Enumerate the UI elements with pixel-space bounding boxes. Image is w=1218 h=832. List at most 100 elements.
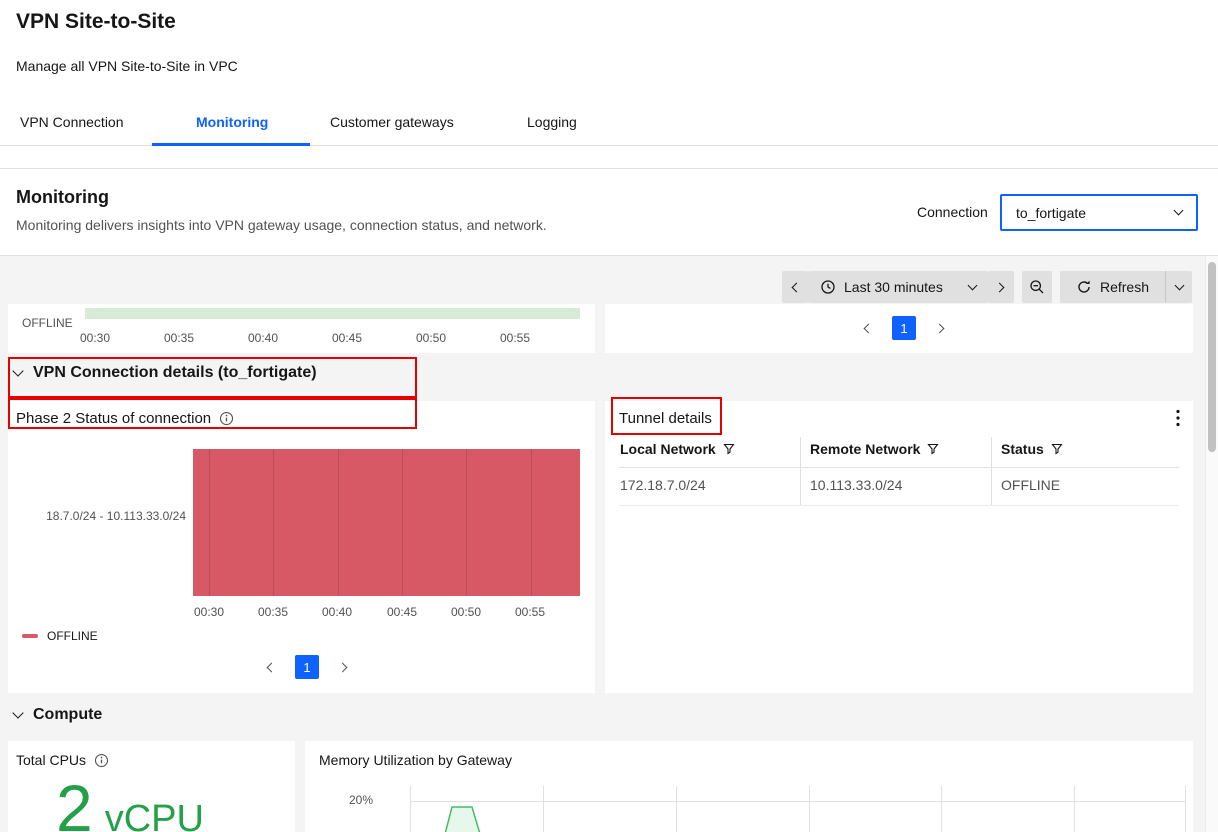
page-title: VPN Site-to-Site bbox=[16, 10, 176, 34]
chart-gridline bbox=[410, 786, 411, 832]
chart-gridline bbox=[338, 449, 339, 596]
page-header: VPN Site-to-Site Manage all VPN Site-to-… bbox=[0, 0, 1218, 168]
chart-gridline bbox=[1074, 786, 1075, 832]
memory-area-series bbox=[430, 801, 510, 832]
column-header-label: Local Network bbox=[620, 441, 716, 457]
x-tick: 00:35 bbox=[164, 331, 194, 345]
phase2-offline-bar bbox=[193, 449, 580, 596]
zoom-out-icon bbox=[1029, 279, 1045, 295]
caret-down-icon bbox=[12, 365, 23, 376]
chevron-right-icon bbox=[338, 662, 348, 672]
filter-icon bbox=[1051, 443, 1063, 455]
tab-monitoring[interactable]: Monitoring bbox=[196, 114, 268, 130]
phase2-card-title: Phase 2 Status of connection bbox=[16, 410, 211, 427]
tab-customer-gateways[interactable]: Customer gateways bbox=[330, 114, 454, 130]
pagination-current-page[interactable]: 1 bbox=[295, 655, 319, 679]
chart-gridline bbox=[410, 801, 1185, 802]
phase2-status-card: Phase 2 Status of connection 18.7.0/24 -… bbox=[8, 401, 595, 693]
memory-utilization-card: Memory Utilization by Gateway 20% bbox=[305, 741, 1193, 832]
x-tick: 00:35 bbox=[258, 605, 288, 619]
total-cpus-metric: 2 vCPU bbox=[56, 775, 204, 832]
x-tick: 00:50 bbox=[416, 331, 446, 345]
tab-logging[interactable]: Logging bbox=[527, 114, 577, 130]
chart-gridline bbox=[402, 449, 403, 596]
pagination-current-page[interactable]: 1 bbox=[892, 316, 916, 340]
column-divider bbox=[800, 437, 801, 505]
section-title: Compute bbox=[33, 706, 102, 724]
refresh-icon bbox=[1076, 279, 1092, 295]
chart-gridline bbox=[531, 449, 532, 596]
pagination-next-button[interactable] bbox=[332, 655, 356, 679]
cell-remote-network: 10.113.33.0/24 bbox=[810, 477, 902, 493]
time-range-label: Last 30 minutes bbox=[844, 279, 943, 295]
refresh-button[interactable]: Refresh bbox=[1060, 271, 1165, 303]
status-timeline-bar bbox=[85, 308, 580, 319]
chevron-left-icon bbox=[864, 323, 874, 333]
column-header-label: Remote Network bbox=[810, 441, 920, 457]
tunnel-details-title: Tunnel details bbox=[619, 410, 712, 427]
active-tab-indicator bbox=[152, 143, 310, 146]
chart-gridline bbox=[941, 786, 942, 832]
info-icon[interactable] bbox=[94, 753, 109, 768]
monitoring-description: Monitoring delivers insights into VPN ga… bbox=[16, 217, 547, 233]
connection-dropdown-value: to_fortigate bbox=[1016, 205, 1086, 221]
pagination-prev-button[interactable] bbox=[855, 316, 879, 340]
x-tick: 00:45 bbox=[387, 605, 417, 619]
chart-gridline bbox=[543, 786, 544, 832]
filter-icon bbox=[927, 443, 939, 455]
section-compute[interactable]: Compute bbox=[14, 706, 102, 724]
connection-label: Connection bbox=[917, 204, 988, 220]
tab-vpn-connection[interactable]: VPN Connection bbox=[20, 114, 124, 130]
chevron-left-icon bbox=[792, 282, 802, 292]
time-range-prev-button[interactable] bbox=[782, 271, 808, 303]
column-header-remote-network[interactable]: Remote Network bbox=[810, 441, 939, 457]
x-tick: 00:40 bbox=[322, 605, 352, 619]
time-range-next-button[interactable] bbox=[988, 271, 1014, 303]
total-cpus-card: Total CPUs 2 vCPU bbox=[8, 741, 295, 832]
phase2-y-category-label: 18.7.0/24 - 10.113.33.0/24 bbox=[12, 509, 186, 523]
pagination-prev-button[interactable] bbox=[258, 655, 282, 679]
section-vpn-connection-details[interactable]: VPN Connection details (to_fortigate) bbox=[14, 364, 317, 382]
chevron-right-icon bbox=[995, 282, 1005, 292]
scrollbar-track[interactable] bbox=[1205, 256, 1218, 832]
column-divider bbox=[991, 437, 992, 505]
scrollbar-thumb[interactable] bbox=[1208, 262, 1216, 452]
monitoring-heading: Monitoring bbox=[16, 187, 109, 208]
monitoring-header: Monitoring Monitoring delivers insights … bbox=[0, 168, 1218, 255]
total-cpus-unit: vCPU bbox=[105, 798, 204, 832]
info-icon[interactable] bbox=[219, 411, 234, 426]
time-range-dropdown[interactable]: Last 30 minutes bbox=[808, 271, 988, 303]
connection-dropdown[interactable]: to_fortigate bbox=[1000, 194, 1198, 231]
column-header-status[interactable]: Status bbox=[1001, 441, 1063, 457]
column-header-label: Status bbox=[1001, 441, 1044, 457]
x-tick: 00:40 bbox=[248, 331, 278, 345]
pagination-next-button[interactable] bbox=[929, 316, 953, 340]
total-cpus-title: Total CPUs bbox=[16, 752, 86, 768]
x-tick: 00:50 bbox=[451, 605, 481, 619]
refresh-label: Refresh bbox=[1100, 279, 1149, 295]
overflow-menu-icon bbox=[1176, 409, 1180, 427]
chevron-left-icon bbox=[267, 662, 277, 672]
column-header-local-network[interactable]: Local Network bbox=[620, 441, 735, 457]
top-right-card-partial: 1 bbox=[605, 304, 1193, 353]
dashboard-content: Last 30 minutes Refresh OFFLINE 00:30 00… bbox=[0, 255, 1218, 832]
memory-chart-title: Memory Utilization by Gateway bbox=[319, 752, 512, 768]
chevron-down-icon bbox=[968, 280, 978, 290]
zoom-out-button[interactable] bbox=[1022, 271, 1052, 303]
caret-down-icon bbox=[12, 707, 23, 718]
chart-gridline bbox=[273, 449, 274, 596]
table-header-divider bbox=[619, 467, 1179, 468]
overflow-menu-button[interactable] bbox=[1165, 405, 1191, 431]
x-tick: 00:45 bbox=[332, 331, 362, 345]
chart-gridline bbox=[1185, 786, 1186, 832]
status-category-label: OFFLINE bbox=[22, 316, 73, 330]
refresh-options-button[interactable] bbox=[1165, 271, 1192, 303]
phase2-card-title-row: Phase 2 Status of connection bbox=[16, 410, 234, 427]
chart-gridline bbox=[466, 449, 467, 596]
vpn-site-to-site-console: VPN Site-to-Site Manage all VPN Site-to-… bbox=[0, 0, 1218, 832]
phase2-legend[interactable]: OFFLINE bbox=[22, 629, 98, 643]
chart-gridline bbox=[209, 449, 210, 596]
section-title: VPN Connection details (to_fortigate) bbox=[33, 364, 317, 382]
chevron-down-icon bbox=[1174, 280, 1184, 290]
x-tick: 00:30 bbox=[194, 605, 224, 619]
